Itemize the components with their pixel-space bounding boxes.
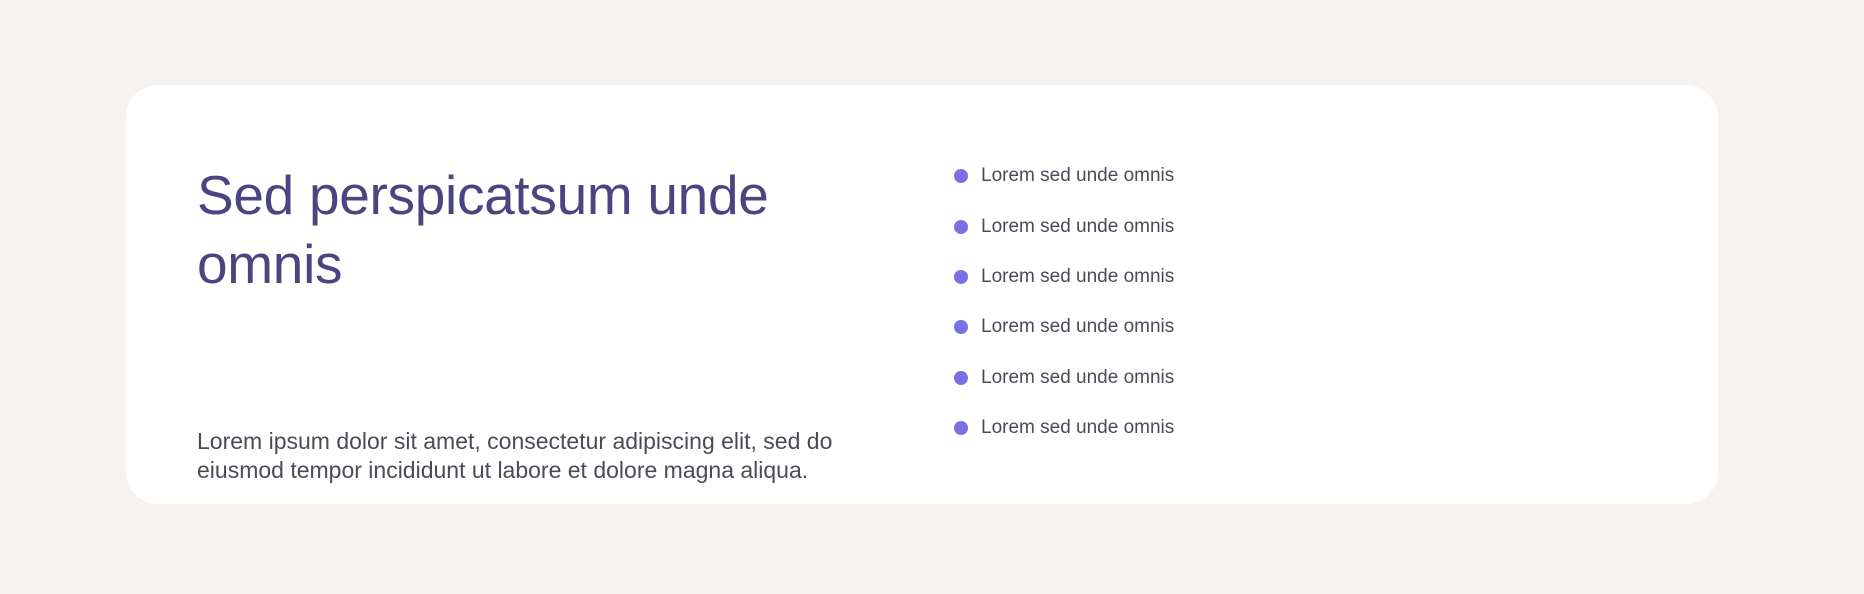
list-item: Lorem sed unde omnis xyxy=(954,403,1174,453)
list-item-label: Lorem sed unde omnis xyxy=(981,215,1175,237)
list-item: Lorem sed unde omnis xyxy=(954,353,1174,403)
list-item: Lorem sed unde omnis xyxy=(954,201,1174,251)
bullet-dot-icon xyxy=(954,320,968,335)
hero-description: Lorem ipsum dolor sit amet, consectetur … xyxy=(197,428,833,483)
bullet-dot-icon xyxy=(954,269,968,284)
list-item-label: Lorem sed unde omnis xyxy=(981,366,1175,388)
bullet-dot-icon xyxy=(954,421,968,436)
bullet-dot-icon xyxy=(954,219,968,234)
list-item-label: Lorem sed unde omnis xyxy=(981,165,1175,187)
hero-section: Sed perspicatsum unde omnis Lorem ipsum … xyxy=(197,161,877,483)
list-item: Lorem sed unde omnis xyxy=(954,252,1174,302)
list-item-label: Lorem sed unde omnis xyxy=(981,417,1175,439)
list-item-label: Lorem sed unde omnis xyxy=(981,316,1175,338)
content-card: Sed perspicatsum unde omnis Lorem ipsum … xyxy=(126,85,1718,504)
hero-title: Sed perspicatsum unde omnis xyxy=(197,164,769,295)
list-item: Lorem sed unde omnis xyxy=(954,302,1174,352)
bullet-dot-icon xyxy=(954,370,968,385)
feature-list: Lorem sed unde omnis Lorem sed unde omni… xyxy=(954,151,1174,453)
bullet-dot-icon xyxy=(954,169,968,184)
list-item: Lorem sed unde omnis xyxy=(954,151,1174,201)
list-item-label: Lorem sed unde omnis xyxy=(981,265,1175,287)
